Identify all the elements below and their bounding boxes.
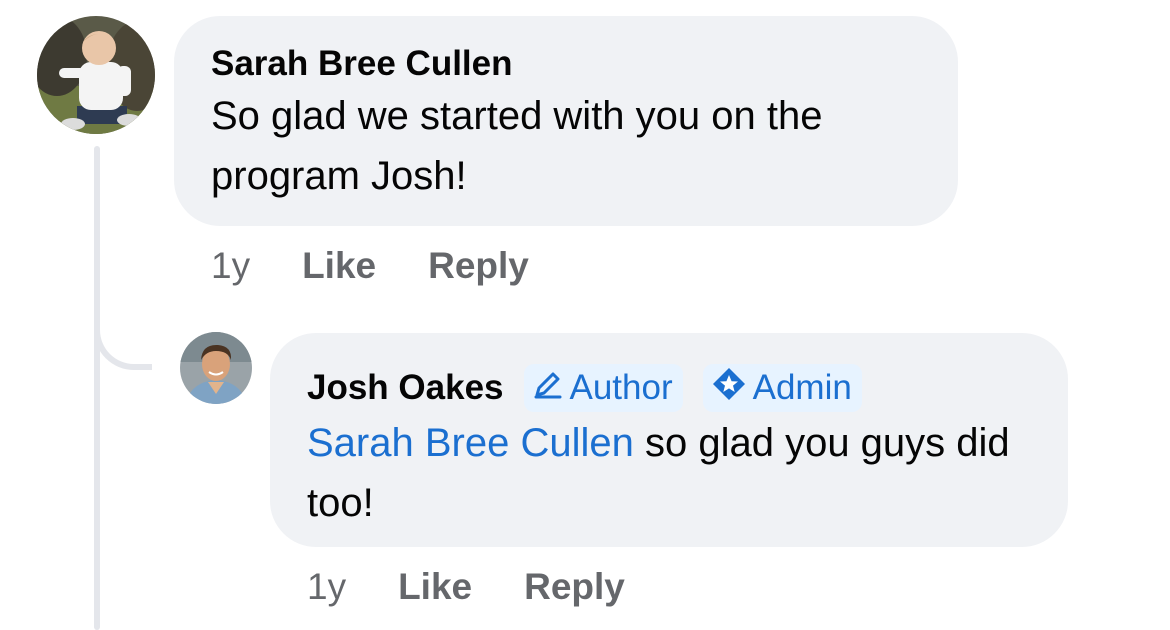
reply-bubble: Josh Oakes Author Admin Sarah Bree Culle… <box>270 333 1068 547</box>
comment-text: So glad we started with you on the progr… <box>211 94 823 198</box>
thread-line <box>94 146 100 630</box>
admin-badge-label: Admin <box>752 368 852 407</box>
reply-button[interactable]: Reply <box>428 245 529 287</box>
author-badge: Author <box>523 364 683 412</box>
like-button[interactable]: Like <box>398 566 472 608</box>
comment-author-name[interactable]: Sarah Bree Cullen <box>211 42 922 86</box>
comment-timestamp[interactable]: 1y <box>211 245 250 287</box>
admin-badge: Admin <box>702 364 862 412</box>
avatar-sarah[interactable] <box>37 16 155 134</box>
pencil-icon <box>532 368 570 409</box>
comment-bubble: Sarah Bree Cullen So glad we started wit… <box>174 16 958 226</box>
reply-actions: 1y Like Reply <box>307 561 625 613</box>
reply-timestamp[interactable]: 1y <box>307 566 346 608</box>
like-button[interactable]: Like <box>302 245 376 287</box>
reply-header: Josh Oakes Author Admin <box>307 363 1032 413</box>
thread-branch-line <box>94 310 152 370</box>
reply-text: Sarah Bree Cullen so glad you guys did t… <box>307 413 1032 533</box>
author-badge-label: Author <box>569 368 673 407</box>
diamond-star-icon <box>711 366 753 411</box>
reply-author-name[interactable]: Josh Oakes <box>307 366 504 410</box>
reply-button[interactable]: Reply <box>524 566 625 608</box>
avatar-josh[interactable] <box>180 332 252 404</box>
comment-thread: Sarah Bree Cullen So glad we started wit… <box>0 0 1170 630</box>
comment-actions: 1y Like Reply <box>211 240 529 292</box>
mention-link[interactable]: Sarah Bree Cullen <box>307 421 634 465</box>
